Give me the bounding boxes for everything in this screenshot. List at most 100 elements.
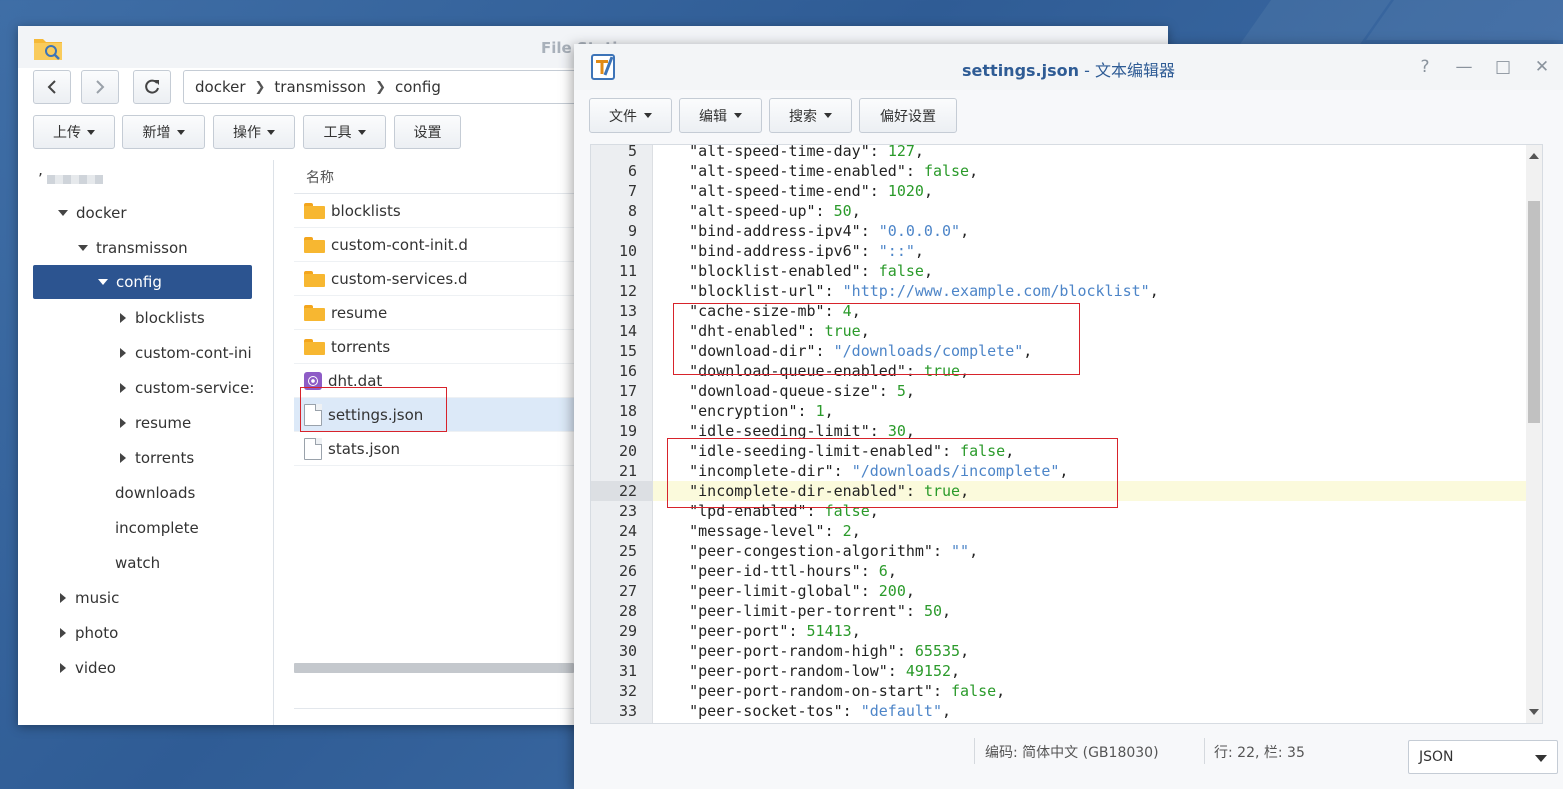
tree-item-resume[interactable]: resume <box>120 406 191 440</box>
tree-item-blocklists[interactable]: blocklists <box>120 301 260 335</box>
code-line[interactable]: 18 "encryption": 1, <box>591 401 1528 421</box>
code-line[interactable]: 7 "alt-speed-time-end": 1020, <box>591 181 1528 201</box>
code-line[interactable]: 16 "download-queue-enabled": true, <box>591 361 1528 381</box>
horizontal-scrollbar[interactable] <box>294 663 574 673</box>
code-line[interactable]: 8 "alt-speed-up": 50, <box>591 201 1528 221</box>
back-button[interactable] <box>33 70 71 104</box>
tree-item-downloads[interactable]: downloads <box>115 476 195 510</box>
code-line[interactable]: 29 "peer-port": 51413, <box>591 621 1528 641</box>
code-line[interactable]: 28 "peer-limit-per-torrent": 50, <box>591 601 1528 621</box>
line-text: "peer-port-random-high": 65535, <box>653 642 970 660</box>
code-line[interactable]: 20 "idle-seeding-limit-enabled": false, <box>591 441 1528 461</box>
line-number: 13 <box>618 302 637 320</box>
code-line[interactable]: 30 "peer-port-random-high": 65535, <box>591 641 1528 661</box>
menu-edit[interactable]: 编辑 <box>679 98 762 133</box>
maximize-icon[interactable]: □ <box>1492 56 1514 78</box>
code-line[interactable]: 17 "download-queue-size": 5, <box>591 381 1528 401</box>
tree-item-label: music <box>75 589 120 607</box>
code-line[interactable]: 9 "bind-address-ipv4": "0.0.0.0", <box>591 221 1528 241</box>
line-number: 32 <box>618 682 637 700</box>
code-line[interactable]: 6 "alt-speed-time-enabled": false, <box>591 161 1528 181</box>
code-line[interactable]: 5 "alt-speed-time-day": 127, <box>591 145 1528 161</box>
action-label: 操作 <box>233 125 261 141</box>
code-editor[interactable]: 5 "alt-speed-time-day": 127, 6 "alt-speed… <box>590 144 1543 724</box>
collapsed-arrow-icon <box>120 418 126 428</box>
code-line[interactable]: 12 "blocklist-url": "http://www.example.… <box>591 281 1528 301</box>
file-name: custom-services.d <box>331 269 468 288</box>
help-icon[interactable]: ? <box>1414 56 1436 78</box>
code-line[interactable]: 25 "peer-congestion-algorithm": "", <box>591 541 1528 561</box>
menu-file[interactable]: 文件 <box>589 98 672 133</box>
upload-label: 上传 <box>53 125 81 141</box>
vertical-scrollbar[interactable] <box>1526 145 1542 723</box>
line-number: 10 <box>618 242 637 260</box>
create-button[interactable]: 新增 <box>122 115 205 149</box>
close-icon[interactable]: ✕ <box>1531 56 1553 78</box>
code-line[interactable]: 15 "download-dir": "/downloads/complete"… <box>591 341 1528 361</box>
tree-item-custom-services[interactable]: custom-service: <box>120 371 253 405</box>
line-number: 12 <box>618 282 637 300</box>
code-line[interactable]: 34 "pex-enabled": true, <box>591 721 1528 723</box>
minimize-icon[interactable]: — <box>1453 56 1475 78</box>
file-name: blocklists <box>331 201 401 220</box>
editor-title-app: - 文本编辑器 <box>1079 61 1175 80</box>
encoding-status[interactable]: 编码: 简体中文 (GB18030) <box>985 742 1159 762</box>
menu-preferences[interactable]: 偏好设置 <box>859 98 957 133</box>
caret-down-icon <box>87 129 95 135</box>
collapsed-arrow-icon <box>60 663 66 673</box>
code-line[interactable]: 11 "blocklist-enabled": false, <box>591 261 1528 281</box>
code-line[interactable]: 33 "peer-socket-tos": "default", <box>591 701 1528 721</box>
tree-item-config[interactable]: config <box>33 265 252 299</box>
code-line[interactable]: 22 "incomplete-dir-enabled": true, <box>591 481 1528 501</box>
code-line[interactable]: 14 "dht-enabled": true, <box>591 321 1528 341</box>
tree-item-incomplete[interactable]: incomplete <box>115 511 199 545</box>
breadcrumb-item[interactable]: transmisson <box>274 78 366 96</box>
scroll-down-icon[interactable] <box>1529 709 1539 715</box>
line-text: "peer-port-random-on-start": false, <box>653 682 1006 700</box>
forward-button[interactable] <box>81 70 119 104</box>
breadcrumb-item[interactable]: config <box>395 78 441 96</box>
code-line[interactable]: 32 "peer-port-random-on-start": false, <box>591 681 1528 701</box>
tree-item-video[interactable]: video <box>60 651 116 685</box>
tools-button[interactable]: 工具 <box>303 115 386 149</box>
line-text: "peer-limit-global": 200, <box>653 582 915 600</box>
code-line[interactable]: 10 "bind-address-ipv6": "::", <box>591 241 1528 261</box>
language-select[interactable]: JSON <box>1408 740 1558 774</box>
line-number: 7 <box>627 182 637 200</box>
tree-item-custom-cont-init[interactable]: custom-cont-ini <box>120 336 253 370</box>
tree-item-watch[interactable]: watch <box>115 546 160 580</box>
path-breadcrumb[interactable]: docker ❯ transmisson ❯ config <box>183 70 603 104</box>
code-line[interactable]: 13 "cache-size-mb": 4, <box>591 301 1528 321</box>
line-text: "lpd-enabled": false, <box>653 502 879 520</box>
line-number: 34 <box>591 721 653 723</box>
line-text: "incomplete-dir-enabled": true, <box>653 482 970 500</box>
code-line[interactable]: 24 "message-level": 2, <box>591 521 1528 541</box>
code-line[interactable]: 21 "incomplete-dir": "/downloads/incompl… <box>591 461 1528 481</box>
tree-item-photo[interactable]: photo <box>60 616 118 650</box>
action-button[interactable]: 操作 <box>213 115 295 149</box>
tree-divider[interactable] <box>273 160 274 725</box>
tree-item-music[interactable]: music <box>60 581 119 615</box>
code-line[interactable]: 27 "peer-limit-global": 200, <box>591 581 1528 601</box>
code-line[interactable]: 26 "peer-id-ttl-hours": 6, <box>591 561 1528 581</box>
tree-root[interactable]: ʼ <box>38 162 103 196</box>
scroll-up-icon[interactable] <box>1529 153 1539 159</box>
refresh-button[interactable] <box>133 70 171 104</box>
menu-search[interactable]: 搜索 <box>769 98 852 133</box>
editor-statusbar: 编码: 简体中文 (GB18030) 行: 22, 栏: 35 JSON <box>574 734 1563 784</box>
caret-down-icon <box>267 129 275 135</box>
upload-button[interactable]: 上传 <box>33 115 115 149</box>
menu-file-label: 文件 <box>609 108 637 125</box>
tree-item-torrents[interactable]: torrents <box>120 441 194 475</box>
breadcrumb-item[interactable]: docker <box>195 78 246 96</box>
line-text: "bind-address-ipv4": "0.0.0.0", <box>653 222 970 240</box>
code-line[interactable]: 31 "peer-port-random-low": 49152, <box>591 661 1528 681</box>
scrollbar-thumb[interactable] <box>1528 201 1540 423</box>
tree-item-docker[interactable]: docker <box>58 196 127 230</box>
line-text: "peer-id-ttl-hours": 6, <box>653 562 897 580</box>
tree-item-label: video <box>75 659 116 677</box>
tree-item-transmisson[interactable]: transmisson <box>78 231 188 265</box>
code-line[interactable]: 23 "lpd-enabled": false, <box>591 501 1528 521</box>
settings-button[interactable]: 设置 <box>394 115 461 149</box>
code-line[interactable]: 19 "idle-seeding-limit": 30, <box>591 421 1528 441</box>
